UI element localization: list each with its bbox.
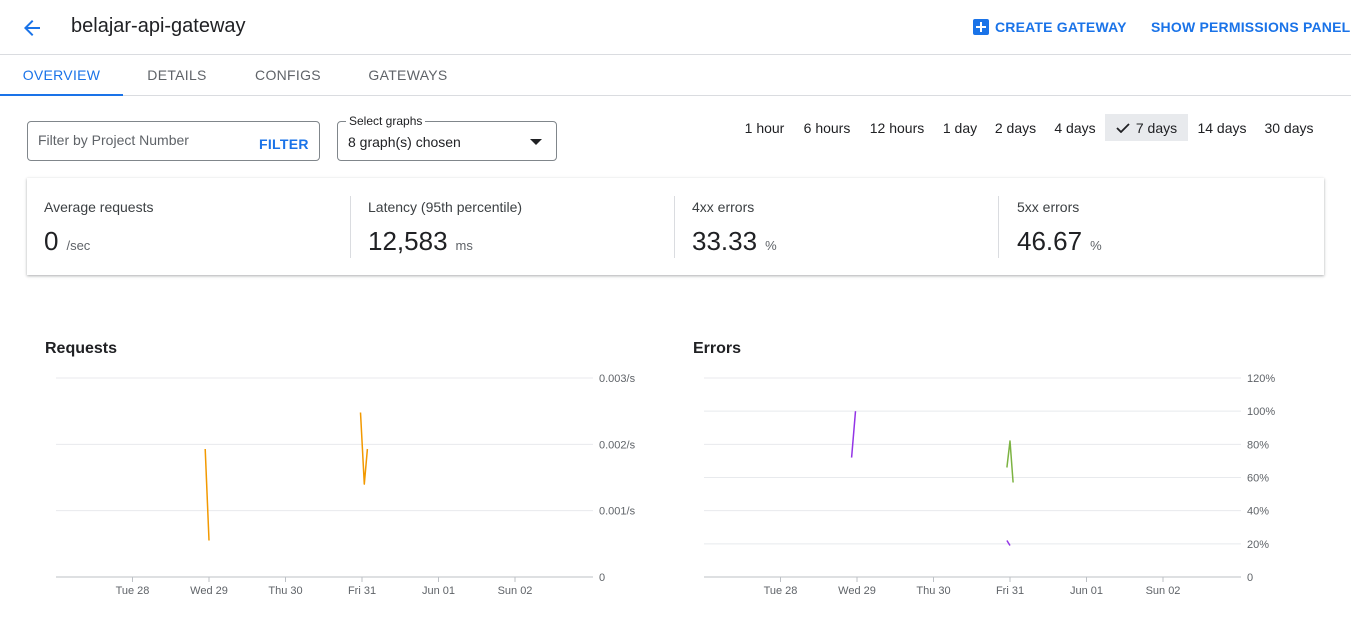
metric-value: 0/sec (44, 226, 91, 256)
create-gateway-button[interactable]: CREATE GATEWAY (973, 19, 1127, 35)
series-line (204, 448, 210, 541)
range-6-hours[interactable]: 6 hours (796, 114, 858, 141)
x-tick-label: Tue 28 (116, 585, 150, 597)
metric-label: 4xx errors (692, 199, 755, 215)
select-graphs-value: 8 graph(s) chosen (348, 134, 461, 150)
series-line (359, 412, 369, 485)
range-7-days-label: 7 days (1135, 119, 1178, 136)
range-30-days[interactable]: 30 days (1258, 114, 1320, 141)
x-tick-label: Wed 29 (838, 585, 876, 597)
select-graphs-dropdown[interactable]: Select graphs 8 graph(s) chosen (337, 114, 557, 161)
x-tick-label: Thu 30 (916, 585, 950, 597)
tab-configs[interactable]: CONFIGS (231, 55, 345, 95)
metric-label: Latency (95th percentile) (368, 199, 523, 215)
tab-details[interactable]: DETAILS (123, 55, 231, 95)
range-4-days[interactable]: 4 days (1047, 114, 1103, 141)
top-bar: belajar-api-gateway CREATE GATEWAY SHOW … (0, 0, 1351, 55)
series-line (850, 411, 857, 458)
y-tick-label: 80% (1247, 439, 1269, 451)
requests-chart: 0 0.001/s 0.002/s 0.003/s Tue 28 Wed 29 Thu 30… (56, 373, 636, 597)
show-permissions-panel-button[interactable]: SHOW PERMISSIONS PANEL (1151, 19, 1350, 35)
requests-chart-title: Requests (45, 340, 118, 357)
y-tick-label: 0 (599, 572, 605, 584)
x-tick-label: Tue 28 (764, 585, 798, 597)
divider (674, 196, 675, 258)
y-tick-label: 20% (1247, 539, 1269, 551)
x-tick-label: Jun 01 (1070, 585, 1103, 597)
y-tick-label: 0.002/s (599, 439, 636, 451)
project-filter: FILTER (27, 121, 320, 161)
x-tick-label: Jun 01 (422, 585, 455, 597)
divider (350, 196, 351, 258)
y-tick-label: 0.003/s (599, 373, 636, 385)
page-title: belajar-api-gateway (71, 15, 246, 37)
y-tick-label: 120% (1247, 373, 1275, 385)
filter-button[interactable]: FILTER (259, 136, 309, 152)
range-1-hour[interactable]: 1 hour (737, 114, 792, 141)
arrow-back-icon[interactable] (16, 12, 48, 44)
project-number-filter-input[interactable] (38, 132, 248, 148)
y-tick-label: 60% (1247, 473, 1269, 485)
range-2-days[interactable]: 2 days (988, 114, 1043, 141)
metric-value: 46.67% (1017, 226, 1102, 256)
x-tick-label: Sun 02 (1146, 585, 1181, 597)
x-tick-label: Fri 31 (348, 585, 376, 597)
create-gateway-label: CREATE GATEWAY (995, 19, 1127, 35)
y-tick-label: 40% (1247, 506, 1269, 518)
errors-chart-title: Errors (693, 340, 742, 357)
metric-value: 33.33% (692, 226, 777, 256)
tab-bar: OVERVIEW DETAILS CONFIGS GATEWAYS (0, 55, 1351, 96)
add-box-icon (973, 19, 989, 35)
x-tick-label: Fri 31 (996, 585, 1024, 597)
x-tick-label: Sun 02 (498, 585, 533, 597)
y-tick-label: 0.001/s (599, 506, 636, 518)
y-tick-label: 0 (1247, 572, 1253, 584)
series-line (1006, 440, 1014, 483)
y-tick-label: 100% (1247, 406, 1275, 418)
tab-gateways[interactable]: GATEWAYS (345, 55, 471, 95)
x-tick-label: Wed 29 (190, 585, 228, 597)
tab-overview[interactable]: OVERVIEW (0, 55, 123, 96)
divider (998, 196, 999, 258)
series-line (1006, 540, 1011, 546)
select-graphs-label: Select graphs (346, 114, 426, 128)
dropdown-arrow-icon (530, 139, 542, 145)
check-icon (1116, 122, 1130, 133)
errors-chart: 0 20% 40% 60% 80% 100% 120% Tue 28 Wed 29 Thu 30 F… (704, 373, 1275, 597)
metric-label: 5xx errors (1017, 199, 1080, 215)
metric-label: Average requests (44, 199, 154, 215)
metric-value: 12,583 ms (368, 226, 473, 256)
range-7-days[interactable]: 7 days (1105, 114, 1188, 141)
x-tick-label: Thu 30 (268, 585, 302, 597)
range-1-day[interactable]: 1 day (936, 114, 984, 141)
metrics-summary-card: Average requests 0/sec Latency (95th per… (27, 178, 1324, 275)
range-12-hours[interactable]: 12 hours (862, 114, 932, 141)
range-14-days[interactable]: 14 days (1192, 114, 1252, 141)
